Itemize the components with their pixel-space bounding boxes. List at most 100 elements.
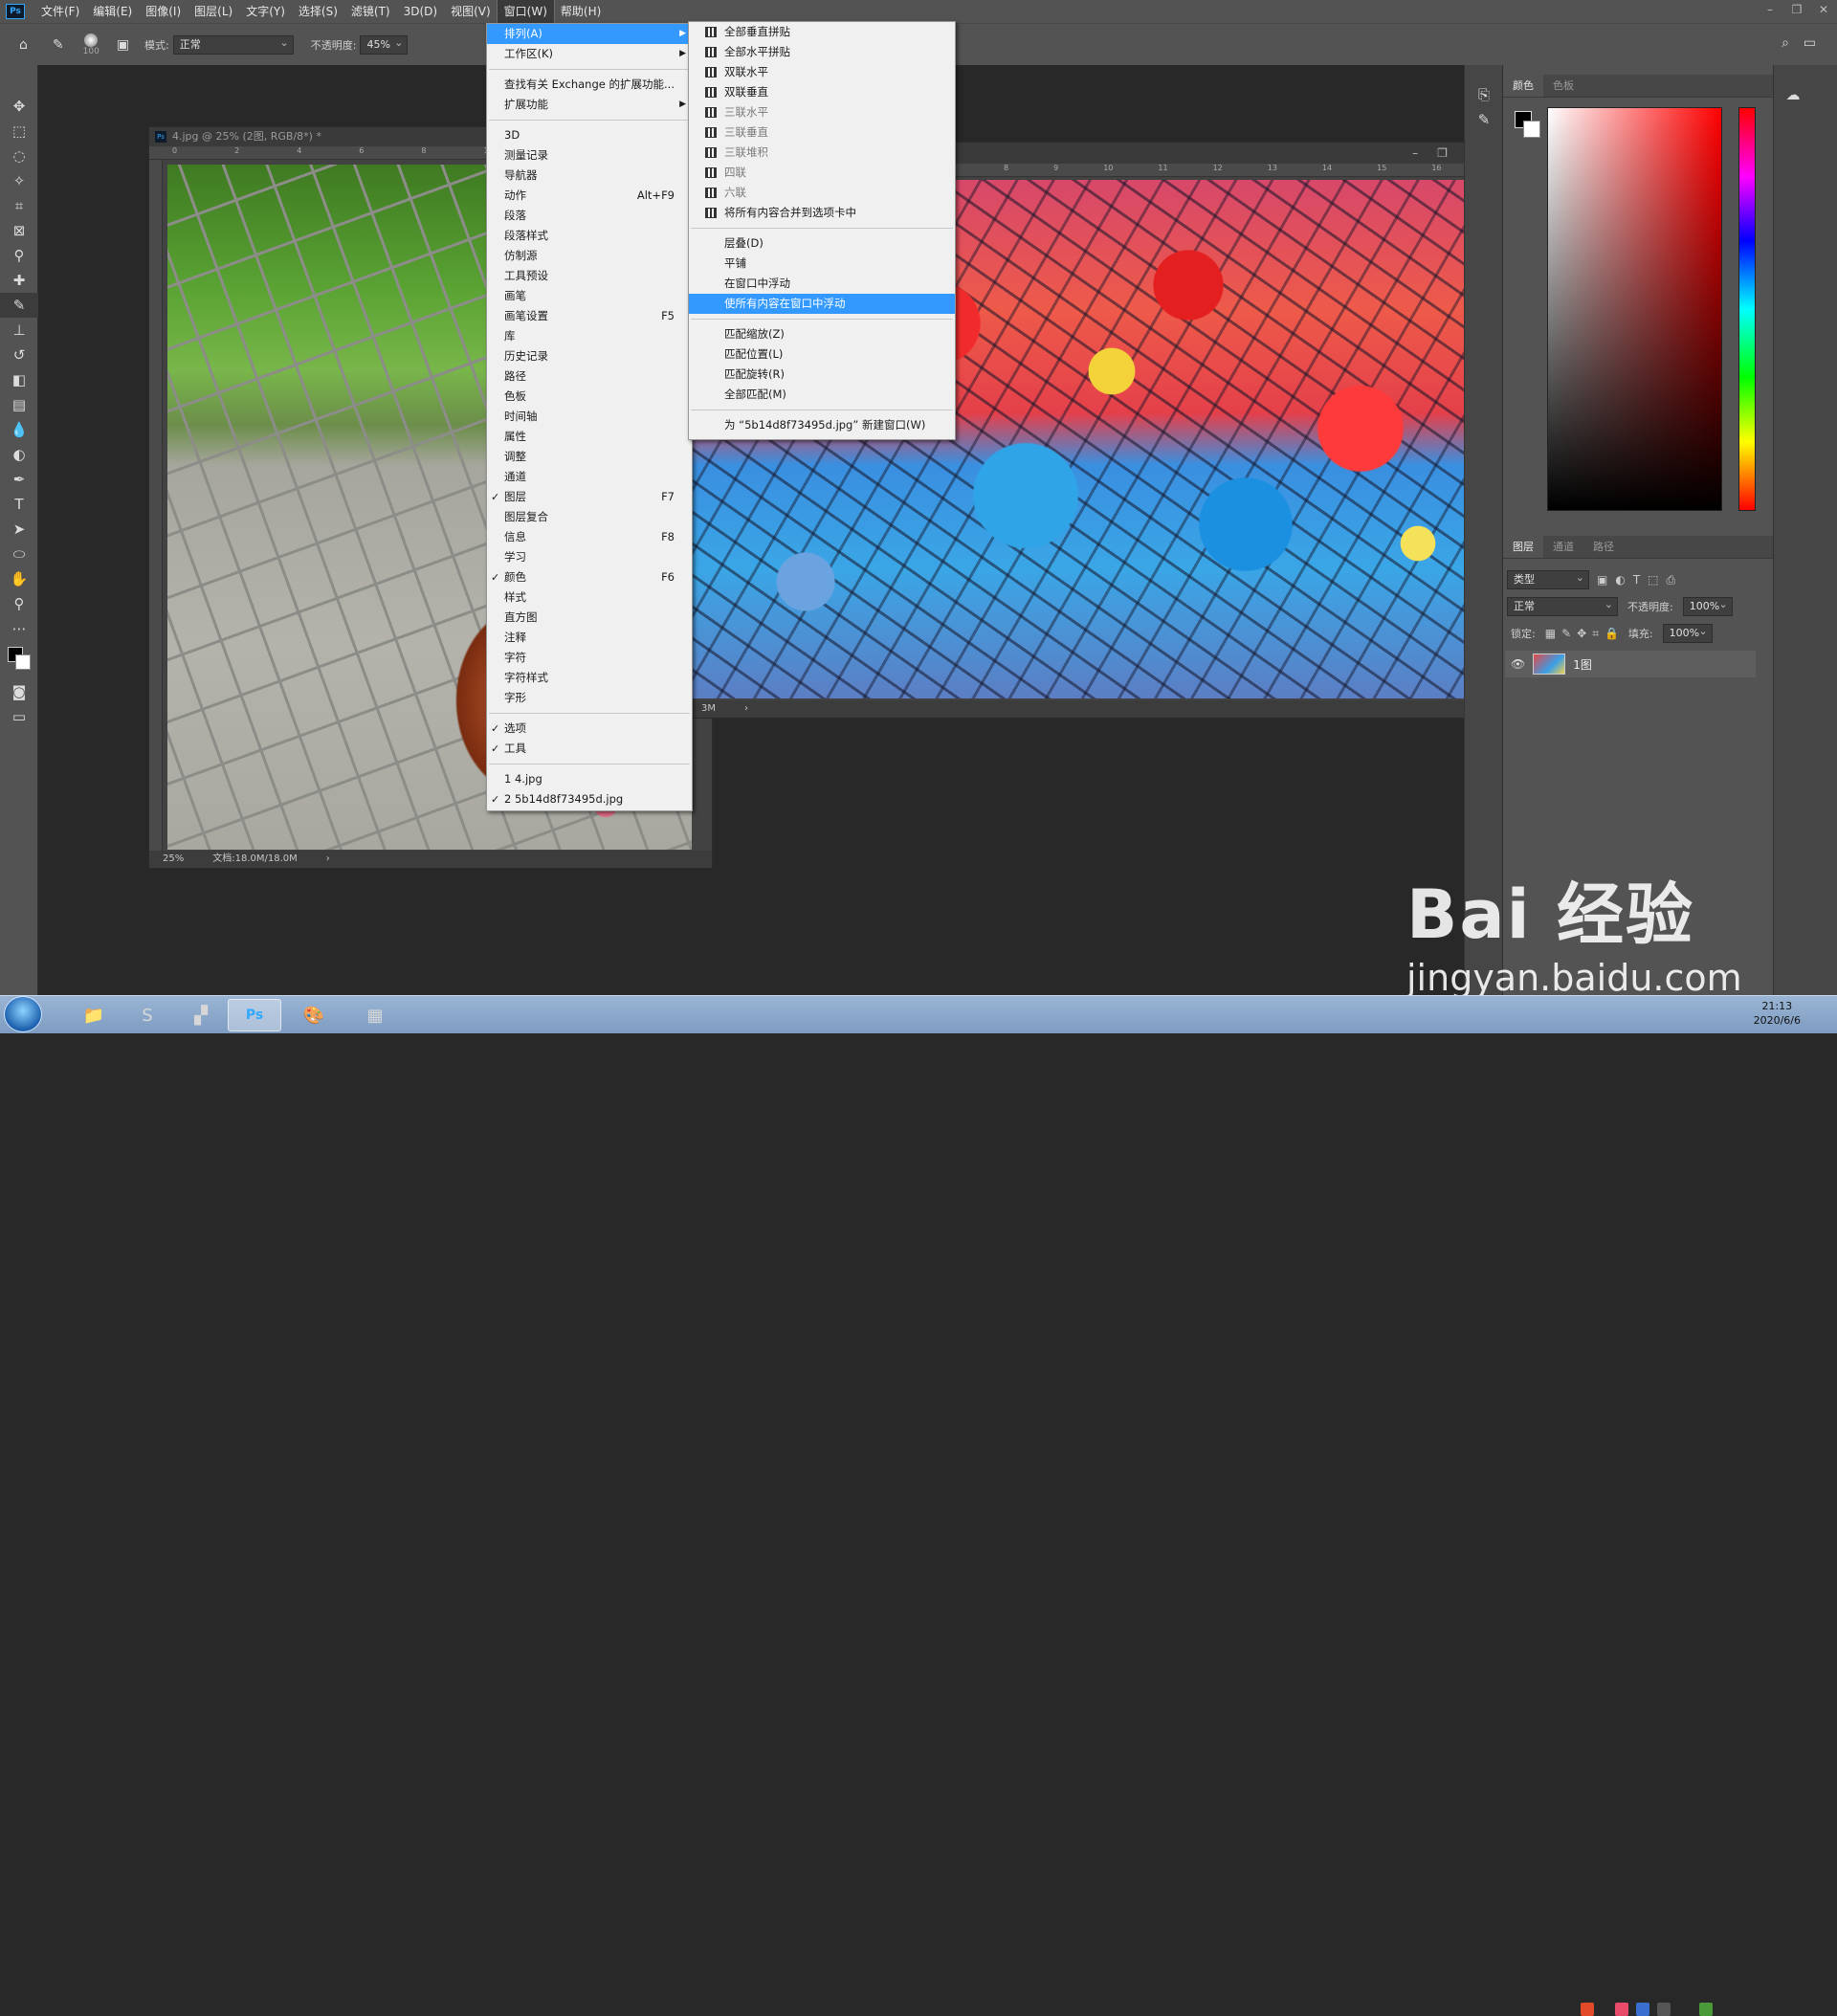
blend-mode-select[interactable]: 正常 — [1507, 596, 1618, 616]
window-menu-item[interactable]: 属性 — [487, 427, 692, 447]
lock-position-icon[interactable]: ✥ — [1577, 627, 1586, 640]
arrange-menu-item[interactable]: 三联垂直 — [689, 122, 955, 143]
menu-3d[interactable]: 3D(D) — [397, 0, 444, 23]
window-menu-item[interactable]: 画笔设置 F5 — [487, 306, 692, 326]
tab-color[interactable]: 颜色 — [1503, 75, 1543, 97]
tray-volume-icon[interactable] — [1657, 2003, 1671, 2016]
workspace-icon[interactable]: ▭ — [1804, 35, 1816, 51]
taskbar-clock[interactable]: 21:13 2020/6/6 — [1754, 999, 1801, 1028]
window-menu-item[interactable]: 3D — [487, 125, 692, 145]
stamp-tool-icon[interactable]: ⊥ — [0, 318, 38, 343]
tray-sogou-icon[interactable] — [1581, 2003, 1594, 2016]
filter-pixel-icon[interactable]: ▣ — [1597, 573, 1607, 587]
arrange-menu-item[interactable]: 三联堆积 — [689, 143, 955, 163]
lock-transparent-icon[interactable]: ▦ — [1545, 627, 1556, 640]
menu-image[interactable]: 图像(I) — [139, 0, 188, 23]
zoom-tool-icon[interactable]: ⚲ — [0, 591, 38, 616]
window-menu-item[interactable]: 测量记录 — [487, 145, 692, 166]
gradient-tool-icon[interactable]: ▤ — [0, 392, 38, 417]
window-menu-item[interactable]: 样式 — [487, 587, 692, 608]
window-menu-item[interactable]: ✓ 图层 F7 — [487, 487, 692, 507]
sogou-icon[interactable]: S — [121, 999, 174, 1031]
brush-settings-panel-icon[interactable]: ✎ — [1465, 107, 1503, 132]
arrange-menu-item[interactable]: 层叠(D) — [689, 233, 955, 254]
arrange-menu-item[interactable]: 平铺 — [689, 254, 955, 274]
window-menu-item[interactable]: 库 — [487, 326, 692, 346]
window-menu-item[interactable]: ✓ 2 5b14d8f73495d.jpg — [487, 789, 692, 809]
blur-tool-icon[interactable]: 💧 — [0, 417, 38, 442]
home-icon[interactable]: ⌂ — [19, 37, 28, 53]
menu-filter[interactable]: 滤镜(T) — [344, 0, 397, 23]
explorer-icon[interactable]: 📁 — [67, 999, 121, 1031]
layer-filter-select[interactable]: 类型 — [1507, 569, 1589, 589]
move-tool-icon[interactable]: ✥ — [0, 94, 38, 119]
frame-tool-icon[interactable]: ⊠ — [0, 218, 38, 243]
visibility-eye-icon[interactable]: 👁 — [1511, 657, 1525, 671]
close-button[interactable]: ✕ — [1810, 0, 1837, 19]
zoom-level[interactable]: 25% — [163, 851, 184, 868]
status-expand-icon[interactable]: › — [744, 700, 748, 718]
arrange-menu-item[interactable]: 双联水平 — [689, 62, 955, 82]
background-color-swatch[interactable] — [15, 654, 31, 670]
tray-shield-icon[interactable] — [1636, 2003, 1649, 2016]
brush-panel-toggle-icon[interactable]: ▣ — [117, 37, 129, 53]
window-menu-item[interactable]: 历史记录 — [487, 346, 692, 366]
window-menu-item[interactable]: 字符 — [487, 648, 692, 668]
arrange-menu-item[interactable]: 全部匹配(M) — [689, 385, 955, 405]
filter-shape-icon[interactable]: ⬚ — [1648, 573, 1658, 587]
photoshop-taskbar-icon[interactable]: Ps — [228, 999, 281, 1031]
brush-tool-icon[interactable]: ✎ — [0, 293, 38, 318]
window-menu-item[interactable]: ✓ 工具 — [487, 739, 692, 759]
menu-select[interactable]: 选择(S) — [292, 0, 344, 23]
window-menu-item[interactable]: 查找有关 Exchange 的扩展功能... — [487, 75, 692, 95]
brush-size-picker[interactable]: 100 — [83, 33, 100, 56]
fill-input[interactable]: 100% — [1662, 623, 1713, 643]
document-info[interactable]: 3M — [701, 700, 716, 718]
tray-app-icon[interactable] — [1615, 2003, 1628, 2016]
history-panel-icon[interactable]: ⎘ — [1465, 82, 1503, 107]
mode-select[interactable]: 正常 — [172, 34, 294, 55]
arrange-menu-item[interactable]: 双联垂直 — [689, 82, 955, 102]
window-menu-item[interactable]: 仿制源 — [487, 246, 692, 266]
window-menu-item[interactable]: ✓ 颜色 F6 — [487, 567, 692, 587]
window-menu-item[interactable]: 画笔 — [487, 286, 692, 306]
lasso-tool-icon[interactable]: ◌ — [0, 144, 38, 168]
window-menu-item[interactable]: 段落样式 — [487, 226, 692, 246]
layer-opacity-input[interactable]: 100% — [1682, 596, 1733, 616]
path-select-tool-icon[interactable]: ➤ — [0, 517, 38, 542]
arrange-menu-item[interactable]: 使所有内容在窗口中浮动 — [689, 294, 955, 314]
history-brush-tool-icon[interactable]: ↺ — [0, 343, 38, 367]
layer-name[interactable]: 1图 — [1573, 656, 1592, 673]
window-menu-item[interactable]: 路径 — [487, 366, 692, 387]
search-icon[interactable]: ⌕ — [1782, 35, 1789, 51]
marquee-tool-icon[interactable]: ⬚ — [0, 119, 38, 144]
window-menu-item[interactable]: 排列(A) ▶ — [487, 24, 692, 44]
paint-icon[interactable]: 🎨 — [287, 999, 341, 1031]
window-menu-item[interactable]: 字符样式 — [487, 668, 692, 688]
window-menu-item[interactable]: 学习 — [487, 547, 692, 567]
arrange-menu-item[interactable]: 三联水平 — [689, 102, 955, 122]
menu-type[interactable]: 文字(Y) — [239, 0, 292, 23]
shape-tool-icon[interactable]: ⬭ — [0, 542, 38, 566]
window-menu-item[interactable]: 段落 — [487, 206, 692, 226]
menu-window[interactable]: 窗口(W) — [496, 0, 555, 24]
window-menu-item[interactable]: 扩展功能 ▶ — [487, 95, 692, 115]
arrange-menu-item[interactable]: 六联 — [689, 183, 955, 203]
tab-layers[interactable]: 图层 — [1503, 536, 1543, 558]
menu-layer[interactable]: 图层(L) — [188, 0, 239, 23]
pen-tool-icon[interactable]: ✒ — [0, 467, 38, 492]
arrange-menu-item[interactable]: 全部垂直拼贴 — [689, 22, 955, 42]
window-menu-item[interactable]: 直方图 — [487, 608, 692, 628]
menu-view[interactable]: 视图(V) — [444, 0, 498, 23]
filter-type-icon[interactable]: T — [1633, 573, 1640, 587]
calculator-icon[interactable]: ▦ — [348, 999, 402, 1031]
hue-slider[interactable] — [1738, 107, 1756, 511]
doc-restore-button[interactable]: ❐ — [1437, 143, 1448, 164]
window-menu-item[interactable]: 调整 — [487, 447, 692, 467]
window-menu-item[interactable]: 工具预设 — [487, 266, 692, 286]
arrange-menu-item[interactable]: 匹配旋转(R) — [689, 365, 955, 385]
eyedropper-tool-icon[interactable]: ⚲ — [0, 243, 38, 268]
tray-network-icon[interactable] — [1699, 2003, 1713, 2016]
window-menu-item[interactable]: ✓ 选项 — [487, 719, 692, 739]
menu-help[interactable]: 帮助(H) — [554, 0, 608, 23]
